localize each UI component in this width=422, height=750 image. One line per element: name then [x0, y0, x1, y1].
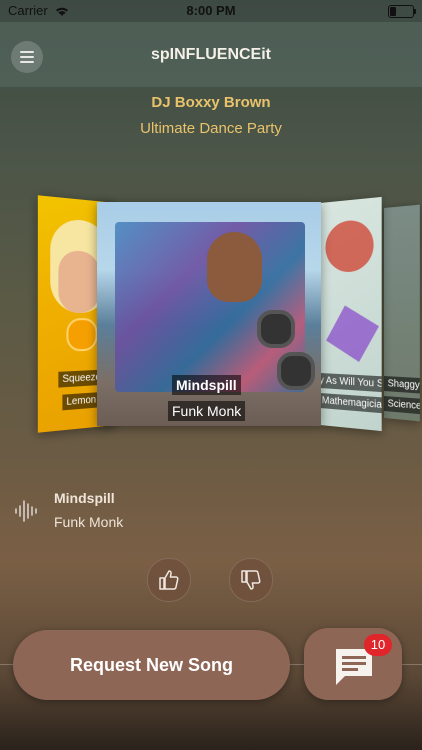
album-card-far-right[interactable]: Shaggy Dog Science — [384, 205, 420, 422]
thumbs-down-icon — [239, 568, 263, 592]
now-playing-artist: Funk Monk — [54, 514, 123, 530]
party-name: Ultimate Dance Party — [0, 120, 422, 137]
card-title: Ly As Will You Subtr — [320, 373, 382, 394]
album-art — [326, 219, 374, 273]
now-playing-title: Mindspill — [54, 490, 115, 506]
card-title: Mindspill — [172, 375, 241, 395]
card-artist: Mathemagicians — [320, 393, 382, 415]
song-carousel[interactable]: Squeeze My Juic Lemon Lovelles Shaggy Do… — [0, 200, 422, 430]
clock: 8:00 PM — [0, 3, 422, 18]
status-bar: Carrier 8:00 PM — [0, 0, 422, 22]
app-title: spINFLUENCEit — [0, 46, 422, 64]
card-artist: Science — [384, 396, 420, 415]
thumbs-down-button[interactable] — [229, 558, 273, 602]
thumbs-up-button[interactable] — [147, 558, 191, 602]
card-title: Shaggy Dog — [384, 376, 420, 395]
soundwave-icon — [14, 498, 40, 524]
album-card-right[interactable]: Ly As Will You Subtr Mathemagicians — [320, 197, 382, 431]
thumbs-up-icon — [157, 568, 181, 592]
request-song-button[interactable]: Request New Song — [13, 630, 290, 700]
navbar: spINFLUENCEit — [0, 22, 422, 87]
card-artist: Funk Monk — [168, 401, 245, 421]
battery-icon — [388, 5, 414, 18]
album-card-current[interactable]: Mindspill Funk Monk — [97, 202, 321, 426]
notification-badge: 10 — [364, 634, 392, 656]
speaker-art — [257, 310, 295, 348]
chat-button[interactable]: 10 — [304, 628, 402, 700]
dj-name: DJ Boxxy Brown — [0, 94, 422, 111]
